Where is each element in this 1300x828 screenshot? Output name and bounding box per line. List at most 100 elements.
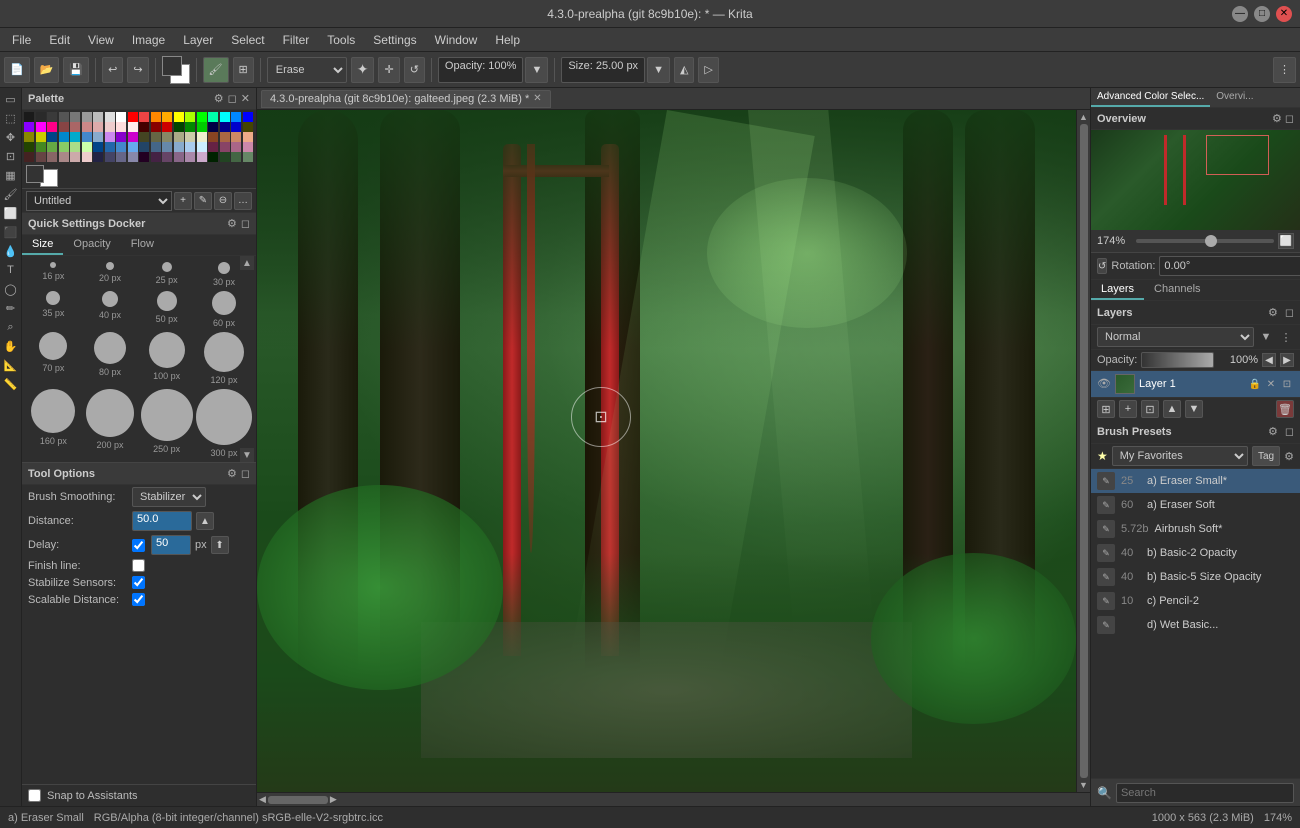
color-swatch[interactable] — [151, 112, 161, 122]
opacity-down-btn[interactable]: ◀ — [1262, 353, 1276, 367]
color-swatch[interactable] — [174, 112, 184, 122]
brush-presets-settings[interactable]: ⚙ — [1268, 425, 1278, 438]
search-input[interactable] — [1116, 783, 1294, 803]
color-swatch[interactable] — [82, 112, 92, 122]
color-swatch[interactable] — [151, 122, 161, 132]
color-swatch[interactable] — [70, 152, 80, 162]
tool-gradient[interactable]: ▦ — [2, 166, 20, 184]
tool-crop[interactable]: ⊡ — [2, 147, 20, 165]
brush-tool-button[interactable]: 🖌 — [203, 57, 229, 83]
tool-assistant[interactable]: 📐 — [2, 356, 20, 374]
brush-smoothing-select[interactable]: Stabilizer — [132, 487, 206, 507]
menu-tools[interactable]: Tools — [319, 31, 363, 49]
menu-help[interactable]: Help — [487, 31, 528, 49]
delay-checkbox[interactable] — [132, 539, 145, 552]
menu-settings[interactable]: Settings — [365, 31, 424, 49]
menu-file[interactable]: File — [4, 31, 39, 49]
canvas-tab[interactable]: 4.3.0-prealpha (git 8c9b10e): galteed.jp… — [261, 90, 551, 108]
brush-list-item[interactable]: ✎25a) Eraser Small* — [1091, 469, 1300, 493]
layer-type-btn[interactable]: ⊞ — [1097, 400, 1115, 418]
layer-more-btn[interactable]: … — [234, 192, 252, 210]
color-swatch[interactable] — [70, 122, 80, 132]
reset-button[interactable]: ↺ — [404, 57, 425, 83]
color-swatch[interactable] — [93, 112, 103, 122]
menu-window[interactable]: Window — [427, 31, 486, 49]
color-swatch[interactable] — [128, 142, 138, 152]
color-swatch[interactable] — [174, 152, 184, 162]
color-swatch[interactable] — [105, 152, 115, 162]
color-swatch[interactable] — [231, 152, 241, 162]
redo-button[interactable]: ↪ — [127, 57, 148, 83]
canvas-hscroll[interactable]: ◀ ▶ — [257, 792, 1090, 806]
distance-input[interactable]: 50.0 — [132, 511, 192, 531]
color-swatch[interactable] — [47, 152, 57, 162]
menu-image[interactable]: Image — [124, 31, 173, 49]
opacity-dropdown[interactable]: ▼ — [525, 57, 548, 83]
stabilize-sensors-checkbox[interactable] — [132, 576, 145, 589]
tool-options-settings[interactable]: ⚙ — [227, 467, 237, 480]
layer-del-btn[interactable]: ⊖ — [214, 192, 232, 210]
size-value[interactable]: Size: 25.00 px — [561, 57, 645, 83]
open-button[interactable]: 📂 — [34, 57, 60, 83]
brush-size-item[interactable]: 60 px — [196, 289, 252, 328]
tab-flow[interactable]: Flow — [121, 235, 164, 255]
color-swatch[interactable] — [162, 122, 172, 132]
color-swatch[interactable] — [185, 122, 195, 132]
tool-select-rect[interactable]: ⬚ — [2, 109, 20, 127]
layer-add-btn[interactable]: + — [174, 192, 192, 210]
color-swatch[interactable] — [139, 152, 149, 162]
color-swatch[interactable] — [231, 112, 241, 122]
tool-rectangle[interactable]: ▭ — [2, 90, 20, 108]
color-swatch[interactable] — [139, 112, 149, 122]
color-swatch[interactable] — [36, 152, 46, 162]
brush-panel-settings[interactable]: ⚙ — [227, 217, 237, 230]
layers-settings-btn[interactable]: ⚙ — [1268, 306, 1278, 319]
size-dropdown[interactable]: ▼ — [647, 57, 670, 83]
brush-list-item[interactable]: ✎5.72bAirbrush Soft* — [1091, 517, 1300, 541]
color-swatch[interactable] — [93, 122, 103, 132]
color-swatch[interactable] — [151, 152, 161, 162]
brush-list-item[interactable]: ✎40b) Basic-5 Size Opacity — [1091, 565, 1300, 589]
opacity-up-btn[interactable]: ▶ — [1280, 353, 1294, 367]
color-swatch[interactable] — [128, 122, 138, 132]
color-swatch[interactable] — [24, 152, 34, 162]
color-swatch[interactable] — [208, 122, 218, 132]
color-swatch[interactable] — [139, 132, 149, 142]
color-swatch[interactable] — [243, 152, 253, 162]
overview-settings[interactable]: ⚙ — [1272, 112, 1282, 125]
zoom-expand[interactable]: ⬜ — [1278, 233, 1294, 249]
color-swatch[interactable] — [243, 122, 253, 132]
color-swatch[interactable] — [162, 152, 172, 162]
color-swatch[interactable] — [185, 142, 195, 152]
layer-copy-btn[interactable]: ⊡ — [1141, 400, 1159, 418]
color-swatch[interactable] — [116, 132, 126, 142]
brush-list-item[interactable]: ✎10c) Pencil-2 — [1091, 589, 1300, 613]
menu-select[interactable]: Select — [223, 31, 272, 49]
color-swatch[interactable] — [185, 152, 195, 162]
tool-zoom[interactable]: ⌕ — [2, 318, 20, 336]
color-swatch[interactable] — [70, 142, 80, 152]
opacity-slider[interactable] — [1141, 352, 1214, 368]
brush-size-item[interactable]: 120 px — [196, 330, 252, 385]
brush-size-item[interactable]: 50 px — [139, 289, 194, 328]
save-button[interactable]: 💾 — [63, 57, 89, 83]
tool-smudge[interactable]: ⬛ — [2, 223, 20, 241]
color-swatch[interactable] — [185, 132, 195, 142]
brush-size-item[interactable]: 25 px — [139, 260, 194, 287]
brush-list-item[interactable]: ✎60a) Eraser Soft — [1091, 493, 1300, 517]
color-swatch[interactable] — [59, 132, 69, 142]
tool-pan[interactable]: ✋ — [2, 337, 20, 355]
layer-visibility-icon[interactable]: 👁 — [1097, 377, 1111, 391]
color-swatch[interactable] — [47, 122, 57, 132]
color-swatch[interactable] — [116, 152, 126, 162]
erase-tool-button[interactable]: ✦ — [351, 57, 375, 83]
color-swatch[interactable] — [82, 142, 92, 152]
tab-advanced-color[interactable]: Advanced Color Selec... — [1091, 88, 1210, 107]
color-swatch[interactable] — [231, 142, 241, 152]
zoom-slider[interactable] — [1136, 239, 1274, 243]
brush-size-item[interactable]: 100 px — [139, 330, 194, 385]
color-swatch[interactable] — [139, 142, 149, 152]
delay-spin[interactable]: ⬆ — [211, 536, 229, 554]
color-swatch[interactable] — [59, 152, 69, 162]
cross-button[interactable]: ✛ — [378, 57, 399, 83]
